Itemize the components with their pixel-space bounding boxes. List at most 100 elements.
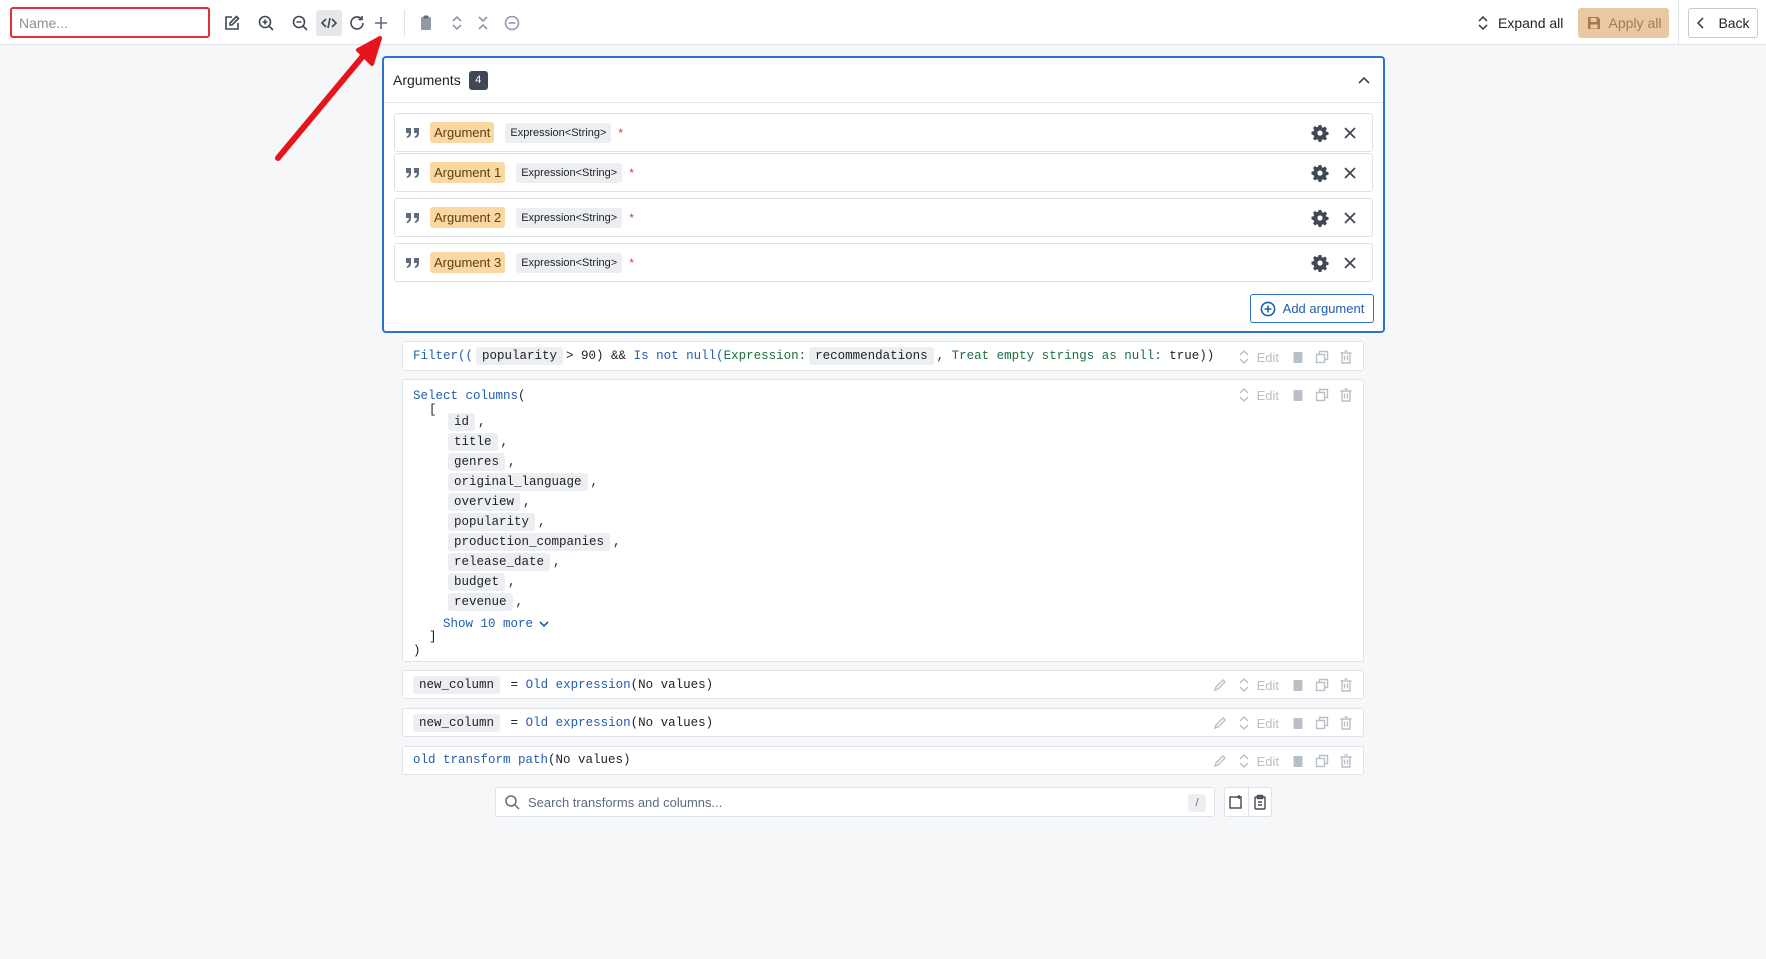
argument-row[interactable]: Argument Expression<String> * <box>394 113 1373 152</box>
column-token[interactable]: id <box>448 413 476 431</box>
gear-icon[interactable] <box>1311 124 1329 142</box>
pencil-icon[interactable] <box>1213 754 1227 768</box>
pencil-icon[interactable] <box>1213 716 1227 730</box>
column-token[interactable]: popularity <box>448 513 536 531</box>
argument-name[interactable]: Argument 1 <box>430 162 506 183</box>
gear-icon[interactable] <box>1311 254 1329 272</box>
collapse-icon[interactable] <box>470 10 496 36</box>
argument-name[interactable]: Argument 3 <box>430 252 506 273</box>
transform-card-new-column[interactable]: new_column = Old expression (No values) … <box>402 670 1364 699</box>
chevron-left-icon <box>1697 17 1705 29</box>
argument-name[interactable]: Argument <box>430 122 495 143</box>
trash-icon[interactable] <box>1339 716 1353 730</box>
column-token[interactable]: budget <box>448 573 506 591</box>
close-icon[interactable] <box>1342 165 1358 181</box>
show-more-link[interactable]: Show 10 more <box>443 617 549 631</box>
trash-icon[interactable] <box>1339 388 1353 402</box>
name-input[interactable] <box>10 7 210 38</box>
trash-icon[interactable] <box>1339 754 1353 768</box>
transform-card-old-path[interactable]: old transform path (No values) Edit <box>402 746 1364 775</box>
search-input[interactable] <box>528 794 1168 810</box>
reorder-icon[interactable] <box>1237 388 1251 402</box>
edit-button[interactable]: Edit <box>1257 754 1279 769</box>
edit-icon[interactable] <box>219 10 245 36</box>
column-token[interactable]: overview <box>448 493 521 511</box>
arguments-title: Arguments <box>393 72 461 88</box>
edit-button[interactable]: Edit <box>1257 350 1279 365</box>
plus-icon[interactable] <box>368 10 394 36</box>
gear-icon[interactable] <box>1311 209 1329 227</box>
toolbar-divider <box>1678 0 1679 45</box>
clipboard-icon[interactable] <box>1291 678 1305 692</box>
reorder-icon[interactable] <box>1237 754 1251 768</box>
param-expression: Expression: <box>723 349 807 363</box>
column-token[interactable]: title <box>448 433 498 451</box>
column-token[interactable]: original_language <box>448 473 588 491</box>
apply-all-button[interactable]: Apply all <box>1578 8 1669 38</box>
argument-row[interactable]: Argument 1 Expression<String> * <box>394 153 1373 192</box>
apply-all-label: Apply all <box>1608 15 1662 31</box>
clipboard-icon[interactable] <box>1291 388 1305 402</box>
argument-row[interactable]: Argument 3 Expression<String> * <box>394 243 1373 282</box>
trash-icon[interactable] <box>1339 350 1353 364</box>
column-token[interactable]: new_column <box>413 676 501 694</box>
clipboard-icon[interactable] <box>1291 754 1305 768</box>
expand-icon[interactable] <box>444 10 470 36</box>
expand-all-button[interactable]: Expand all <box>1470 10 1569 36</box>
back-button[interactable]: Back <box>1688 8 1758 38</box>
argument-type: Expression<String> <box>516 162 623 183</box>
argument-row[interactable]: Argument 2 Expression<String> * <box>394 198 1373 237</box>
code-icon[interactable] <box>316 10 342 36</box>
minus-circle-icon[interactable] <box>499 10 525 36</box>
edit-button[interactable]: Edit <box>1257 716 1279 731</box>
column-token[interactable]: popularity <box>476 347 564 365</box>
list-item: budget, <box>445 572 621 592</box>
column-token[interactable]: genres <box>448 453 506 471</box>
column-token[interactable]: recommendations <box>809 347 934 365</box>
argument-type: Expression<String> <box>516 207 623 228</box>
list-item: popularity, <box>445 512 621 532</box>
select-fn: Select columns <box>413 389 519 403</box>
column-token[interactable]: production_companies <box>448 533 611 551</box>
zoom-out-icon[interactable] <box>287 10 313 36</box>
fn-args: (No values) <box>548 753 631 767</box>
trash-icon[interactable] <box>1339 678 1353 692</box>
transform-card-new-column[interactable]: new_column = Old expression (No values) … <box>402 708 1364 737</box>
arguments-header[interactable]: Arguments 4 <box>384 58 1383 103</box>
column-token[interactable]: new_column <box>413 714 501 732</box>
add-argument-button[interactable]: Add argument <box>1250 294 1374 323</box>
column-token[interactable]: release_date <box>448 553 551 571</box>
close-icon[interactable] <box>1342 210 1358 226</box>
arguments-panel: Arguments 4 Argument Expression<String> … <box>382 56 1385 333</box>
gear-icon[interactable] <box>1311 164 1329 182</box>
old-expression-fn: Old expression <box>525 678 631 692</box>
clipboard-icon[interactable] <box>413 10 439 36</box>
argument-name[interactable]: Argument 2 <box>430 207 506 228</box>
card-actions: Edit <box>1237 347 1353 367</box>
reorder-icon[interactable] <box>1237 716 1251 730</box>
close-icon[interactable] <box>1342 125 1358 141</box>
edit-button[interactable]: Edit <box>1257 678 1279 693</box>
duplicate-icon[interactable] <box>1315 350 1329 364</box>
clipboard-icon[interactable] <box>1291 350 1305 364</box>
paste-button[interactable] <box>1247 788 1271 816</box>
quote-icon <box>406 257 419 268</box>
clipboard-icon[interactable] <box>1291 716 1305 730</box>
close-icon[interactable] <box>1342 255 1358 271</box>
duplicate-icon[interactable] <box>1315 754 1329 768</box>
pencil-icon[interactable] <box>1213 678 1227 692</box>
duplicate-icon[interactable] <box>1315 678 1329 692</box>
duplicate-icon[interactable] <box>1315 716 1329 730</box>
duplicate-icon[interactable] <box>1315 388 1329 402</box>
transform-card-filter[interactable]: Filter(( popularity > 90) && Is not null… <box>402 341 1364 371</box>
reorder-icon[interactable] <box>1237 678 1251 692</box>
paren-open: ( <box>518 389 526 403</box>
zoom-in-icon[interactable] <box>253 10 279 36</box>
column-token[interactable]: revenue <box>448 593 513 611</box>
add-from-clipboard-button[interactable] <box>1225 788 1248 816</box>
reorder-icon[interactable] <box>1237 350 1251 364</box>
chevron-up-icon[interactable] <box>1355 71 1373 89</box>
transform-card-select-columns[interactable]: Select columns ( [ id, title, genres, or… <box>402 379 1364 662</box>
edit-button[interactable]: Edit <box>1257 388 1279 403</box>
refresh-icon[interactable] <box>344 10 370 36</box>
